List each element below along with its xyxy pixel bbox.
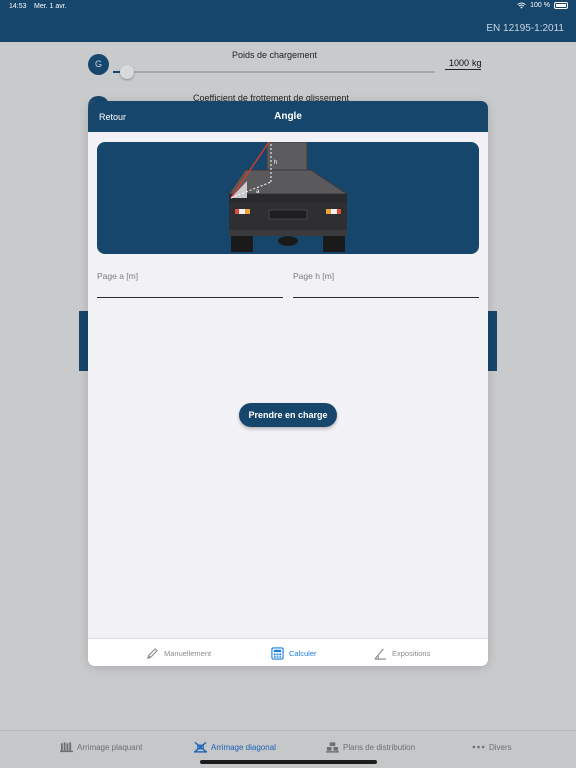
background-panel-edge-left — [79, 311, 88, 371]
truck-angle-illustration: h a — [97, 142, 479, 254]
status-indicators: 100 % — [517, 2, 568, 9]
tab-manual[interactable]: Manuellement — [146, 647, 211, 660]
wheel-left — [231, 236, 253, 252]
pallets-icon — [326, 742, 339, 753]
side-h-label: Page h [m] — [293, 271, 335, 281]
label-h: h — [274, 160, 277, 166]
calculator-icon — [271, 647, 284, 660]
tab-tiedown[interactable]: Arrimage plaquant — [60, 741, 142, 753]
pencil-icon — [146, 648, 158, 660]
more-icon — [472, 745, 485, 749]
apply-button[interactable]: Prendre en charge — [239, 403, 337, 427]
side-a-input[interactable] — [97, 297, 283, 298]
tab-distribution[interactable]: Plans de distribution — [326, 741, 415, 753]
license-plate — [268, 209, 308, 220]
tail-light-left — [235, 209, 239, 214]
bumper — [229, 230, 347, 236]
wifi-icon — [517, 2, 526, 9]
tab-calculate[interactable]: Calculer — [271, 647, 317, 660]
battery-icon — [554, 2, 568, 9]
truck-rear-diagram: h a — [228, 142, 349, 252]
battery-percent: 100 % — [530, 2, 550, 9]
status-date: Mer. 1 avr. — [34, 3, 67, 10]
tab-more[interactable]: Divers — [472, 741, 512, 753]
tab-diagonal[interactable]: Arrimage diagonal — [194, 741, 276, 753]
app-header: EN 12195-1:2011 — [0, 14, 576, 42]
tab-expositions-label: Expositions — [392, 649, 431, 658]
tab-distribution-label: Plans de distribution — [343, 742, 416, 752]
tab-calculate-label: Calculer — [289, 649, 317, 658]
tab-tiedown-label: Arrimage plaquant — [77, 742, 143, 752]
status-time: 14:53 — [9, 3, 27, 10]
standard-label: EN 12195-1:2011 — [486, 23, 564, 34]
side-h-input[interactable] — [293, 297, 479, 298]
tail-light-right — [326, 209, 331, 214]
modal-tab-bar: Manuellement Calculer Expositions — [88, 638, 488, 666]
background-panel-edge-right — [488, 311, 497, 371]
angle-icon — [374, 648, 387, 660]
weight-slider-thumb[interactable] — [120, 65, 134, 79]
tab-expositions[interactable]: Expositions — [374, 647, 430, 660]
status-bar: 14:53 Mer. 1 avr. 100 % — [0, 0, 576, 14]
modal-header: Retour Angle — [88, 101, 488, 132]
weight-unit: kg — [472, 58, 482, 68]
tab-more-label: Divers — [489, 742, 512, 752]
weight-slider-track[interactable] — [113, 71, 435, 73]
diagonal-lashing-icon — [194, 741, 207, 753]
tab-diagonal-label: Arrimage diagonal — [211, 742, 276, 752]
home-indicator — [200, 760, 377, 764]
side-a-field[interactable]: Page a [m] — [97, 271, 283, 298]
angle-modal: Retour Angle h a Page a [m] Page h [m] P… — [88, 101, 488, 666]
wheel-right — [323, 236, 345, 252]
side-h-field[interactable]: Page h [m] — [293, 271, 479, 298]
weight-value: 1000 — [449, 58, 470, 68]
tiedown-icon — [60, 742, 73, 753]
side-a-label: Page a [m] — [97, 271, 139, 281]
modal-title: Angle — [274, 111, 302, 122]
tab-manual-label: Manuellement — [164, 649, 212, 658]
